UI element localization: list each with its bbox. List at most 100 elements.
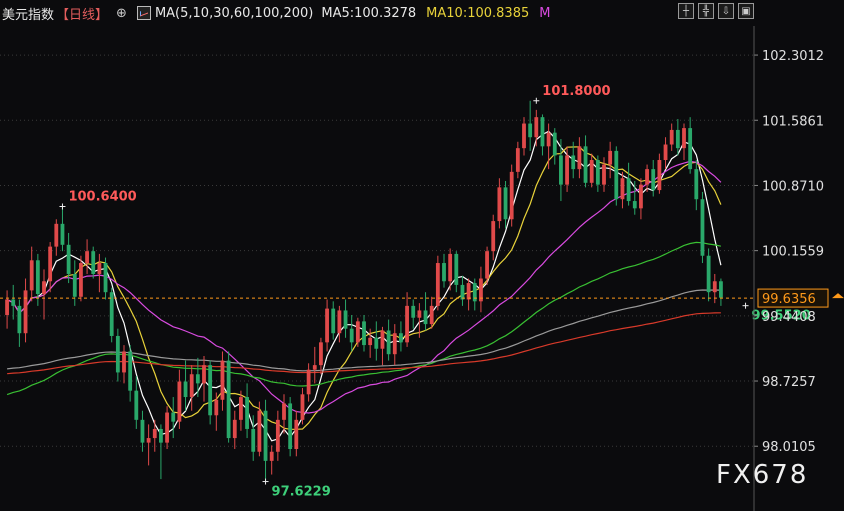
- candle: [509, 164, 514, 227]
- candle-body: [257, 410, 262, 452]
- candle-body: [294, 419, 299, 450]
- candle-body: [349, 328, 354, 343]
- candle-body: [595, 160, 600, 185]
- ma10-value: MA10:100.8385: [426, 5, 530, 21]
- candle-body: [337, 310, 342, 334]
- candle-body: [411, 305, 416, 318]
- candle-body: [522, 123, 526, 149]
- candle-body: [694, 169, 699, 200]
- ma-config-label[interactable]: MA(5,10,30,60,100,200): [155, 6, 313, 21]
- candle: [208, 360, 213, 425]
- candle-body: [103, 263, 108, 293]
- candle-body: [42, 281, 46, 295]
- y-tick-label: 98.7257: [762, 375, 816, 390]
- candle-body: [232, 419, 237, 439]
- candle: [165, 406, 169, 450]
- candle-body: [152, 428, 157, 439]
- instrument-title: 美元指数: [2, 7, 55, 23]
- settings-icon[interactable]: ⊕: [116, 6, 127, 21]
- candle-body: [399, 333, 403, 343]
- candle-body: [620, 178, 625, 200]
- candle-body: [159, 428, 163, 443]
- candle-body: [688, 128, 693, 170]
- candle-body: [54, 223, 59, 247]
- candle-body: [675, 129, 680, 149]
- candle-body: [417, 310, 422, 318]
- candle-body: [368, 337, 373, 346]
- candle-body: [435, 263, 440, 306]
- candle-body: [109, 292, 114, 336]
- candle-body: [79, 263, 83, 297]
- candle-body: [503, 187, 508, 220]
- candle-body: [288, 403, 293, 450]
- candle-body: [306, 369, 311, 395]
- candle-body: [11, 299, 16, 306]
- candle-body: [639, 184, 643, 209]
- candle-body: [423, 310, 428, 325]
- candlestick-chart[interactable]: 101.8000100.640097.622999.552099.6356 10…: [0, 0, 844, 511]
- candle-body: [442, 263, 446, 282]
- candle-body: [23, 290, 28, 334]
- candle-body: [140, 419, 145, 443]
- candle-body: [251, 428, 256, 452]
- export-icon[interactable]: ⇩: [718, 3, 734, 19]
- candle-body: [220, 360, 225, 400]
- y-tick-label: 100.8710: [762, 179, 824, 194]
- candle-body: [405, 305, 409, 343]
- fullscreen-icon[interactable]: ▣: [738, 3, 754, 19]
- candle-body: [97, 263, 102, 274]
- candle-body: [583, 146, 588, 183]
- crosshair-icon[interactable]: ┼: [678, 3, 694, 19]
- candle-body: [48, 246, 53, 282]
- candle-body: [226, 360, 231, 439]
- candle-body: [559, 155, 563, 185]
- candle-body: [282, 403, 286, 420]
- candle-body: [577, 146, 582, 170]
- candle-body: [565, 155, 569, 185]
- candle-body: [183, 381, 188, 398]
- candle: [91, 246, 96, 279]
- candle-body: [17, 305, 22, 334]
- candle-body: [571, 155, 576, 170]
- candle-body: [651, 169, 656, 191]
- candle-body: [546, 132, 551, 147]
- y-tick-label: 101.5861: [762, 114, 824, 129]
- period-selector[interactable]: 【日线】: [56, 4, 108, 23]
- candle-body: [91, 251, 96, 274]
- candle-body: [202, 365, 206, 384]
- candle-body: [239, 397, 243, 420]
- candle-body: [195, 374, 200, 384]
- candle: [288, 397, 293, 457]
- candle-body: [134, 390, 139, 420]
- candle-body: [177, 381, 182, 422]
- zoom-icon[interactable]: ╬: [698, 3, 714, 19]
- candle-body: [214, 399, 219, 416]
- candle-body: [392, 333, 397, 355]
- candle-body: [300, 394, 305, 420]
- candle-body: [275, 419, 280, 452]
- candle-body: [60, 223, 65, 245]
- candle: [700, 191, 705, 264]
- candle-body: [386, 330, 391, 355]
- candle-body: [66, 244, 71, 274]
- candle-body: [626, 178, 631, 202]
- y-tick-label: 100.1559: [762, 245, 824, 260]
- candle-body: [269, 451, 274, 461]
- candle-body: [669, 129, 674, 145]
- candle-body: [331, 308, 336, 334]
- candle-body: [448, 253, 453, 282]
- candle-body: [528, 123, 533, 138]
- indicator-icon[interactable]: [136, 6, 151, 20]
- candle-body: [700, 199, 705, 256]
- candle-body: [165, 412, 169, 443]
- candle-body: [552, 132, 557, 156]
- candle-body: [589, 160, 594, 183]
- candle-body: [171, 412, 176, 422]
- candle-body: [312, 365, 317, 370]
- last-price-label: 99.6356: [762, 292, 816, 307]
- candle-body: [460, 284, 465, 300]
- candle-body: [485, 251, 489, 279]
- ma-more-label: M: [539, 5, 551, 21]
- y-tick-label: 99.4408: [762, 310, 816, 325]
- candle: [109, 287, 114, 343]
